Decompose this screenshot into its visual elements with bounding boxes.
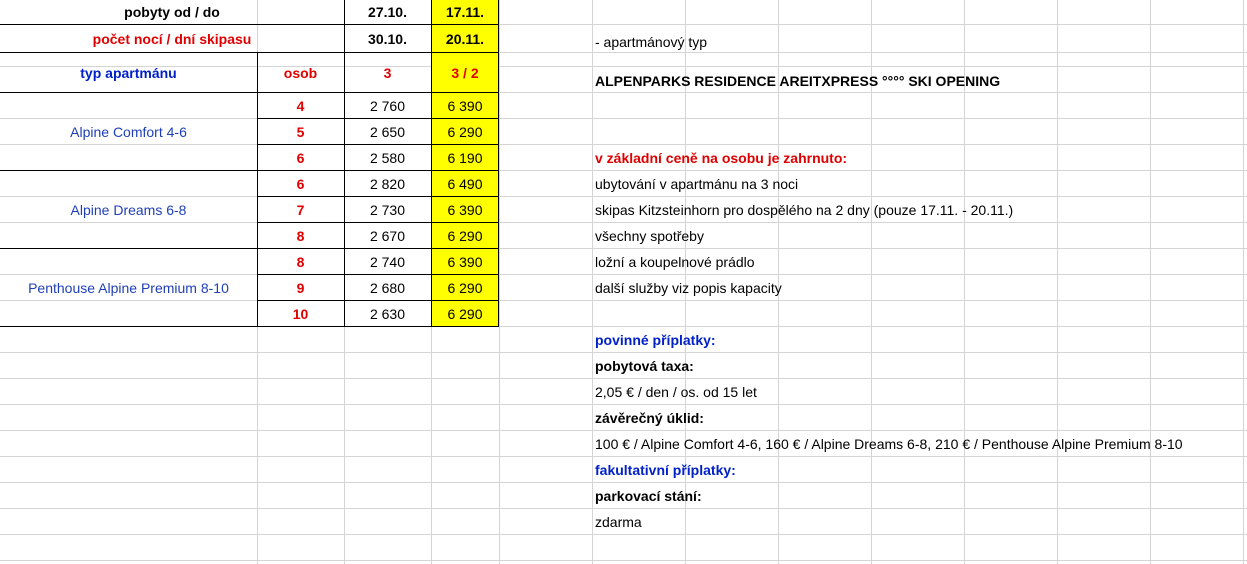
date-to-b: 20.11.: [445, 30, 485, 47]
optional-heading: fakultativní příplatky:: [595, 461, 736, 478]
persons-cell: 7: [296, 201, 305, 218]
table-border: [0, 326, 499, 327]
price-cell-b: 6 290: [447, 227, 483, 244]
spreadsheet-grid: pobyty od / do 27.10. 17.11. počet nocí …: [0, 0, 1247, 564]
grid-line: [1150, 0, 1151, 564]
included-item: ubytování v apartmánu na 3 noci: [595, 175, 799, 192]
apartment-name: Penthouse Alpine Premium 8-10: [28, 279, 229, 296]
date-from-a: 27.10.: [368, 4, 407, 20]
price-cell-b: 6 390: [447, 97, 483, 114]
nights-skipass-label: počet nocí / dní skipasu: [92, 30, 252, 47]
price-cell-a: 2 650: [369, 123, 406, 140]
persons-cell: 8: [296, 253, 305, 270]
persons-cell: 10: [292, 305, 309, 322]
included-item: ložní a koupelnové prádlo: [595, 253, 755, 270]
parking-label: parkovací stání:: [595, 487, 702, 504]
price-cell-b: 6 290: [447, 279, 483, 296]
grid-line: [1243, 0, 1244, 564]
price-cell-b: 6 390: [447, 253, 483, 270]
nights-header-a: 3: [383, 64, 392, 81]
parking-value: zdarma: [595, 513, 642, 530]
price-cell-b: 6 390: [447, 201, 483, 218]
price-cell-a: 2 680: [369, 279, 406, 296]
apartment-name: Alpine Dreams 6-8: [70, 201, 187, 218]
persons-cell: 4: [296, 97, 305, 114]
stay-dates-label: pobyty od / do: [124, 4, 220, 20]
price-cell-b: 6 190: [447, 149, 483, 166]
date-from-b: 17.11.: [445, 4, 485, 20]
grid-line: [1057, 0, 1058, 564]
price-cell-b: 6 290: [447, 305, 483, 322]
grid-line: [499, 0, 500, 564]
price-cell-a: 2 580: [369, 149, 406, 166]
tax-value: 2,05 € / den / os. od 15 let: [595, 383, 757, 400]
included-item: skipas Kitzsteinhorn pro dospělého na 2 …: [595, 201, 1014, 218]
price-cell-a: 2 730: [369, 201, 406, 218]
included-item: všechny spotřeby: [595, 227, 704, 244]
included-item: další služby viz popis kapacity: [595, 279, 782, 296]
persons-cell: 9: [296, 279, 305, 296]
included-heading: v základní ceně na osobu je zahrnuto:: [595, 149, 848, 166]
date-to-a: 30.10.: [368, 30, 407, 47]
persons-cell: 6: [296, 149, 305, 166]
offer-title: ALPENPARKS RESIDENCE AREITXPRESS °°°° SK…: [595, 73, 1001, 89]
persons-header: osob: [283, 64, 318, 81]
grid-line: [0, 534, 1247, 535]
price-cell-a: 2 670: [369, 227, 406, 244]
grid-line: [0, 560, 1247, 561]
price-cell-a: 2 630: [369, 305, 406, 322]
price-cell-b: 6 490: [447, 175, 483, 192]
cleaning-label: závěrečný úklid:: [595, 409, 704, 426]
persons-cell: 6: [296, 175, 305, 192]
apartment-type-note: - apartmánový typ: [595, 33, 708, 50]
tax-label: pobytová taxa:: [595, 357, 694, 374]
apartment-type-header: typ apartmánu: [80, 64, 177, 81]
persons-cell: 8: [296, 227, 305, 244]
cleaning-value: 100 € / Alpine Comfort 4-6, 160 € / Alpi…: [595, 435, 1183, 452]
price-cell-a: 2 740: [369, 253, 406, 270]
mandatory-heading: povinné příplatky:: [595, 331, 716, 348]
nights-header-b: 3 / 2: [451, 64, 479, 81]
price-cell-b: 6 290: [447, 123, 483, 140]
price-cell-a: 2 820: [369, 175, 406, 192]
price-cell-a: 2 760: [369, 97, 406, 114]
apartment-name: Alpine Comfort 4-6: [70, 123, 187, 140]
persons-cell: 5: [296, 123, 305, 140]
